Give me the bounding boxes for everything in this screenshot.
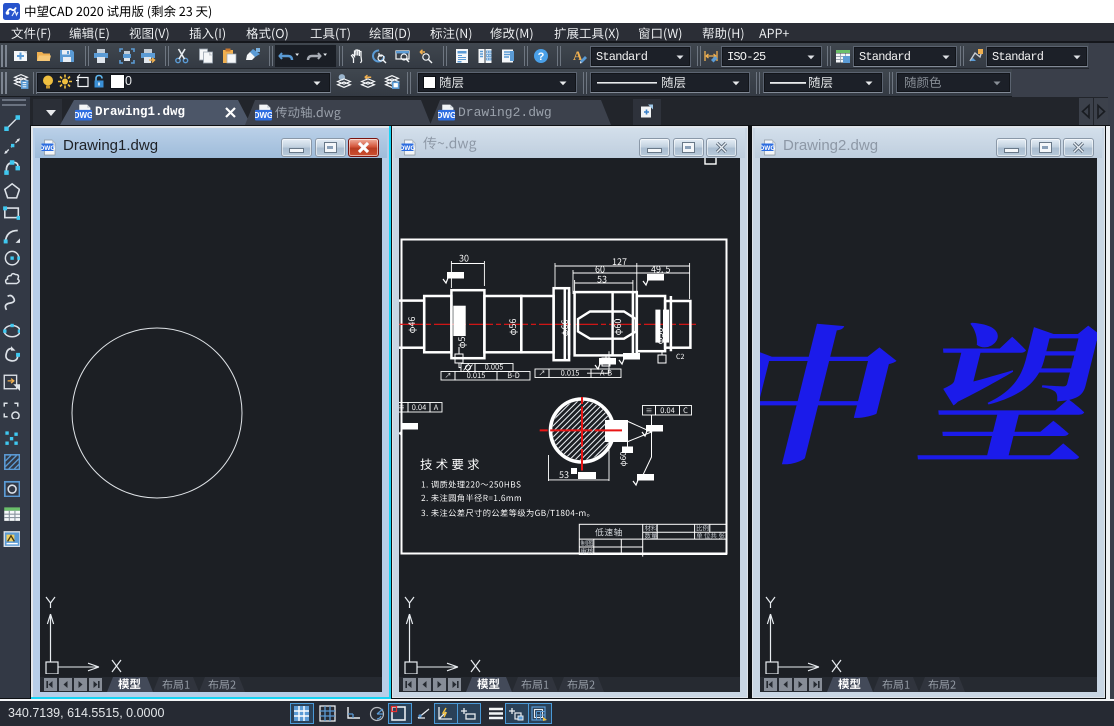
svg-text:DWG: DWG: [255, 111, 272, 120]
svg-text:DWG: DWG: [401, 145, 415, 152]
svg-text:DWG: DWG: [761, 145, 775, 152]
svg-text:?: ?: [538, 51, 545, 63]
svg-text:DWG: DWG: [438, 111, 455, 120]
svg-text:DWG: DWG: [41, 145, 55, 152]
svg-text:DWG: DWG: [75, 111, 92, 120]
